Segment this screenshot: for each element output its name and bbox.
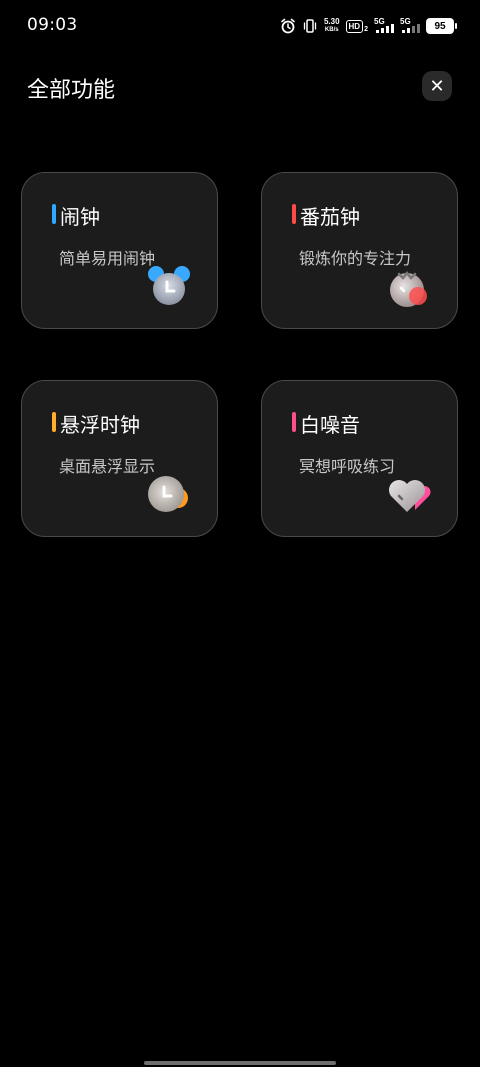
alarm-icon	[280, 18, 296, 34]
net-speed-value: 5.30	[323, 17, 340, 26]
alarm-clock-icon	[145, 262, 193, 310]
feature-card-floating-clock[interactable]: 悬浮时钟 桌面悬浮显示	[21, 380, 218, 537]
feature-card-pomodoro[interactable]: 番茄钟 锻炼你的专注力	[261, 172, 458, 329]
battery-icon: 95	[426, 18, 457, 34]
sim1-signal-icon: 5G	[374, 17, 394, 35]
close-icon: ✕	[429, 75, 445, 97]
feature-card-white-noise[interactable]: 白噪音 冥想呼吸练习	[261, 380, 458, 537]
page-title: 全部功能	[27, 78, 116, 103]
card-title: 闹钟	[60, 205, 100, 229]
card-description: 简单易用闹钟	[59, 249, 156, 268]
status-time: 09:03	[27, 15, 78, 35]
hd-label: HD	[345, 19, 364, 33]
close-button[interactable]: ✕	[422, 71, 452, 101]
sim2-signal-icon: 5G	[400, 17, 420, 35]
card-title: 白噪音	[300, 413, 360, 437]
home-indicator[interactable]	[144, 1061, 336, 1065]
accent-bar	[292, 204, 296, 224]
heart-icon	[385, 470, 433, 518]
card-description: 冥想呼吸练习	[299, 457, 396, 476]
tomato-icon	[385, 262, 433, 310]
accent-bar	[292, 412, 296, 432]
accent-bar	[52, 204, 56, 224]
accent-bar	[52, 412, 56, 432]
hd-icon: HD 2	[345, 19, 368, 33]
card-description: 桌面悬浮显示	[59, 457, 156, 476]
feature-card-alarm[interactable]: 闹钟 简单易用闹钟	[21, 172, 218, 329]
card-title: 悬浮时钟	[60, 413, 140, 437]
status-icons: 5.30 KB/s HD 2 5G 5G 95	[280, 14, 457, 38]
net-speed: 5.30 KB/s	[324, 18, 340, 34]
vibrate-icon	[302, 18, 318, 34]
hd-sub: 2	[364, 25, 368, 33]
status-bar: 09:03 5.30 KB/s HD 2 5G 5G 95	[0, 0, 480, 52]
card-title: 番茄钟	[300, 205, 360, 229]
floating-clock-icon	[145, 470, 193, 518]
battery-level: 95	[434, 20, 446, 32]
net-speed-unit: KB/s	[324, 27, 339, 33]
